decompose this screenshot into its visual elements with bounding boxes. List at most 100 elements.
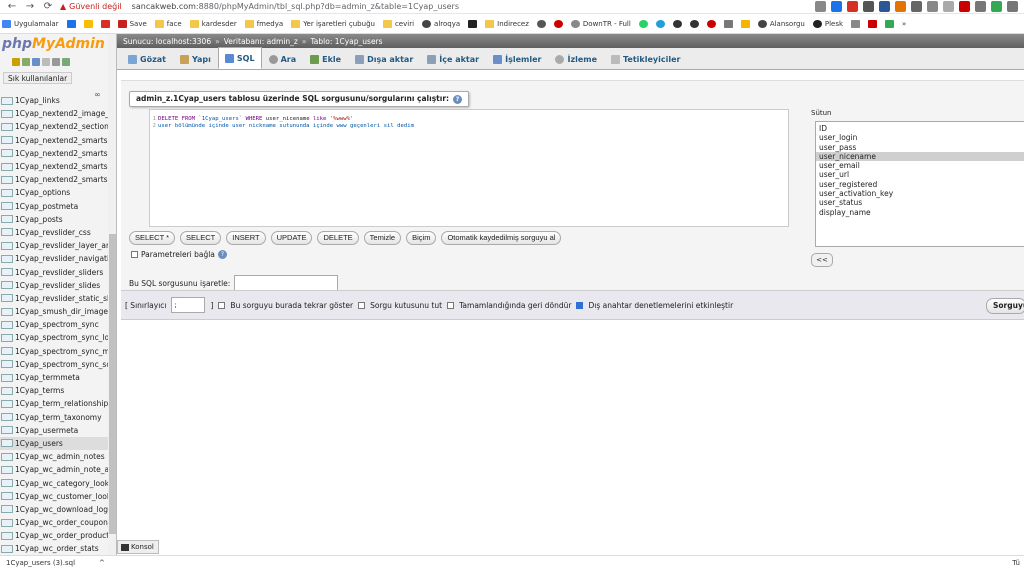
- extension-icon[interactable]: [1007, 1, 1018, 12]
- tab-import[interactable]: İçe aktar: [420, 49, 486, 69]
- table-icon[interactable]: [1, 188, 13, 197]
- tab-triggers[interactable]: Tetikleyiciler: [604, 49, 687, 69]
- delete-button[interactable]: DELETE: [317, 231, 359, 245]
- table-icon[interactable]: [1, 531, 13, 540]
- table-icon[interactable]: [1, 162, 13, 171]
- rollback-checkbox[interactable]: [447, 301, 455, 309]
- bookmark-fmedya[interactable]: fmedya: [244, 19, 283, 28]
- extension-icon[interactable]: [943, 1, 954, 12]
- table-list-item[interactable]: 1Cyap_revslider_static_sli: [0, 292, 108, 305]
- table-icon[interactable]: [1, 202, 13, 211]
- table-list-item[interactable]: 1Cyap_wc_admin_note_ac: [0, 463, 108, 476]
- retain-query-box-checkbox[interactable]: [358, 301, 366, 309]
- table-list-item[interactable]: 1Cyap_termmeta: [0, 371, 108, 384]
- pma-logo[interactable]: phpMyAdmin: [2, 36, 105, 52]
- reload-icon[interactable]: [62, 58, 70, 66]
- bookmark-site[interactable]: [553, 19, 563, 28]
- tab-sql[interactable]: SQL: [217, 47, 262, 69]
- bookmark-face[interactable]: face: [154, 19, 182, 28]
- bookmark-site[interactable]: [740, 19, 750, 28]
- table-icon[interactable]: [1, 268, 13, 277]
- table-icon[interactable]: [1, 320, 13, 329]
- column-option[interactable]: user_email: [816, 161, 1024, 170]
- table-icon[interactable]: [1, 347, 13, 356]
- insert-button[interactable]: INSERT: [226, 231, 266, 245]
- tab-search[interactable]: Ara: [262, 49, 304, 69]
- bookmark-site[interactable]: [851, 19, 861, 28]
- table-icon[interactable]: [1, 439, 13, 448]
- table-list-item[interactable]: 1Cyap_users: [0, 436, 108, 451]
- table-icon[interactable]: [1, 294, 13, 303]
- table-list-item[interactable]: 1Cyap_revslider_slides: [0, 279, 108, 292]
- bookmark-alroqya[interactable]: alroqya: [422, 19, 460, 28]
- column-option[interactable]: user_registered: [816, 180, 1024, 189]
- insert-column-button[interactable]: <<: [811, 253, 833, 267]
- tab-structure[interactable]: Yapı: [173, 49, 218, 69]
- show-query-checkbox[interactable]: [218, 301, 226, 309]
- nav-scrollbar[interactable]: [108, 34, 116, 555]
- table-icon[interactable]: [1, 452, 13, 461]
- bookmark-apps[interactable]: Uygulamalar: [2, 19, 59, 28]
- table-list-item[interactable]: 1Cyap_revslider_css: [0, 226, 108, 239]
- extension-icon[interactable]: [863, 1, 874, 12]
- bookmark-site[interactable]: [885, 19, 895, 28]
- table-list-item[interactable]: 1Cyap_term_taxonomy: [0, 411, 108, 424]
- sql-editor[interactable]: 1 DELETE FROM `1Cyap_users` WHERE user_ni…: [149, 109, 789, 227]
- table-list-item[interactable]: 1Cyap_postmeta: [0, 200, 108, 213]
- tab-browse[interactable]: Gözat: [121, 49, 173, 69]
- console-toggle[interactable]: Konsol: [117, 540, 159, 554]
- table-icon[interactable]: [1, 544, 13, 553]
- table-list-item[interactable]: 1Cyap_revslider_sliders: [0, 265, 108, 278]
- table-icon[interactable]: [1, 333, 13, 342]
- table-list-item[interactable]: 1Cyap_usermeta: [0, 424, 108, 437]
- bookmark-site[interactable]: [689, 19, 699, 28]
- table-list-item[interactable]: 1Cyap_options: [0, 186, 108, 199]
- url-field[interactable]: sancakweb.com:8880/phpMyAdmin/tbl_sql.ph…: [132, 2, 459, 11]
- table-list-item[interactable]: 1Cyap_nextend2_image_s: [0, 107, 108, 120]
- table-icon[interactable]: [1, 215, 13, 224]
- table-list-item[interactable]: 1Cyap_wc_order_stats: [0, 542, 108, 555]
- bookmark-indirecez[interactable]: Indirecez: [485, 19, 529, 28]
- bookmark-ceviri[interactable]: ceviri: [382, 19, 414, 28]
- show-all-downloads[interactable]: Tü: [1012, 559, 1020, 567]
- table-list-item[interactable]: 1Cyap_terms: [0, 384, 108, 397]
- logout-icon[interactable]: [22, 58, 30, 66]
- table-list-item[interactable]: 1Cyap_nextend2_smartsli: [0, 134, 108, 147]
- bookmark-site[interactable]: [536, 19, 546, 28]
- extension-icon[interactable]: [911, 1, 922, 12]
- format-button[interactable]: Biçim: [406, 231, 437, 245]
- table-list-item[interactable]: 1Cyap_term_relationships: [0, 397, 108, 410]
- bookmark-kardesder[interactable]: kardesder: [189, 19, 237, 28]
- extension-icon[interactable]: [927, 1, 938, 12]
- bookmark-site[interactable]: [706, 19, 716, 28]
- settings-icon[interactable]: [52, 58, 60, 66]
- table-icon[interactable]: [1, 479, 13, 488]
- bookmark-telegram[interactable]: [655, 19, 665, 28]
- table-list-item[interactable]: 1Cyap_posts: [0, 213, 108, 226]
- column-option[interactable]: user_url: [816, 170, 1024, 179]
- column-option[interactable]: user_login: [816, 133, 1024, 142]
- table-icon[interactable]: [1, 109, 13, 118]
- extension-icon[interactable]: [895, 1, 906, 12]
- help-icon[interactable]: ?: [453, 94, 463, 104]
- column-option[interactable]: ID: [816, 124, 1024, 133]
- table-icon[interactable]: [1, 386, 13, 395]
- bind-parameters-checkbox[interactable]: [131, 251, 138, 258]
- column-option[interactable]: user_activation_key: [816, 189, 1024, 198]
- favorites-button[interactable]: Sık kullanılanlar: [3, 72, 73, 84]
- table-icon[interactable]: [1, 465, 13, 474]
- help-icon[interactable]: [32, 58, 40, 66]
- help-icon[interactable]: ?: [217, 250, 227, 259]
- bookmark-save[interactable]: Save: [117, 19, 147, 28]
- bookmarks-overflow[interactable]: »: [902, 20, 906, 28]
- table-icon[interactable]: [1, 228, 13, 237]
- breadcrumb-database[interactable]: Veritabanı: admin_z: [224, 37, 298, 46]
- security-indicator[interactable]: ▲ Güvenli değil: [60, 2, 122, 11]
- table-list-item[interactable]: 1Cyap_wc_category_looku: [0, 476, 108, 489]
- chevron-up-icon[interactable]: ^: [99, 559, 105, 567]
- download-item[interactable]: 1Cyap_users (3).sql: [6, 559, 75, 567]
- table-list-item[interactable]: 1Cyap_nextend2_smartsli: [0, 160, 108, 173]
- back-icon[interactable]: ←: [6, 1, 18, 12]
- table-list-item[interactable]: 1Cyap_wc_admin_notes: [0, 450, 108, 463]
- table-icon[interactable]: [1, 175, 13, 184]
